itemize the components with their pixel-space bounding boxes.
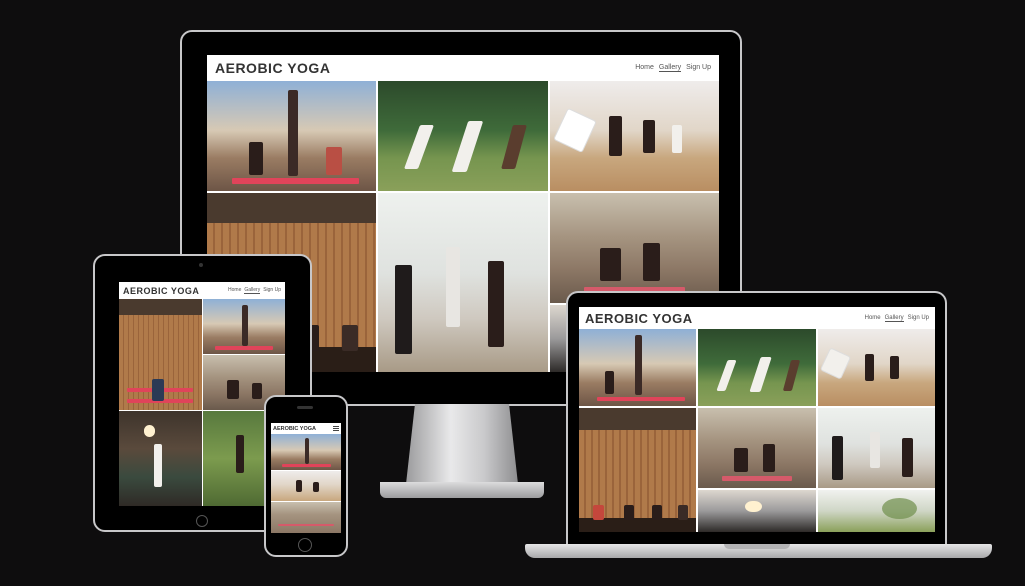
nav-sign-up[interactable]: Sign Up xyxy=(686,64,711,72)
gallery-photo-loft[interactable] xyxy=(549,193,719,303)
site-nav: Home Gallery Sign Up xyxy=(228,287,281,294)
laptop-screen: AEROBIC YOGA Home Gallery Sign Up xyxy=(579,307,935,532)
gallery-photo-park[interactable] xyxy=(378,81,548,191)
nav-sign-up[interactable]: Sign Up xyxy=(908,315,929,322)
gallery-photo-wood-wall[interactable] xyxy=(119,299,202,410)
site-header: AEROBIC YOGA Home Gallery Sign Up xyxy=(119,282,285,299)
gallery-photo-home[interactable] xyxy=(119,411,202,506)
nav-gallery[interactable]: Gallery xyxy=(658,64,682,72)
site-logo[interactable]: AEROBIC YOGA xyxy=(585,311,693,326)
gallery-grid xyxy=(579,329,935,532)
gallery-photo-loft[interactable] xyxy=(271,502,341,533)
monitor-neck xyxy=(406,404,518,484)
gallery-photo-rooftop[interactable] xyxy=(202,299,285,354)
gallery-photo-studio-downdog[interactable] xyxy=(817,329,935,406)
gallery-photo-wood-wall[interactable] xyxy=(579,408,697,532)
nav-sign-up[interactable]: Sign Up xyxy=(263,287,281,294)
gallery-photo-home[interactable] xyxy=(698,490,816,532)
site-header: AEROBIC YOGA Home Gallery Sign Up xyxy=(579,307,935,329)
phone-speaker xyxy=(297,406,313,409)
gallery-photo-studio-downdog[interactable] xyxy=(549,81,719,191)
nav-gallery[interactable]: Gallery xyxy=(244,287,261,294)
site-logo[interactable]: AEROBIC YOGA xyxy=(123,286,199,296)
gallery-photo-bright-studio[interactable] xyxy=(378,193,548,372)
nav-gallery[interactable]: Gallery xyxy=(884,315,904,322)
phone-screen: AEROBIC YOGA xyxy=(271,423,341,533)
nav-home[interactable]: Home xyxy=(228,287,241,294)
gallery-photo-bright-studio[interactable] xyxy=(817,408,935,488)
site-header: AEROBIC YOGA Home Gallery Sign Up xyxy=(207,55,719,81)
gallery-photo-rooftop[interactable] xyxy=(579,329,697,406)
tablet-camera-icon xyxy=(199,263,203,267)
site-nav: Home Gallery Sign Up xyxy=(865,315,929,322)
site-header: AEROBIC YOGA xyxy=(271,423,341,434)
hamburger-menu-icon[interactable] xyxy=(333,426,339,431)
gallery-photo-grass[interactable] xyxy=(817,490,935,532)
gallery-photo-rooftop[interactable] xyxy=(271,434,341,470)
gallery-grid xyxy=(271,434,341,533)
site-logo[interactable]: AEROBIC YOGA xyxy=(273,426,316,432)
site-logo[interactable]: AEROBIC YOGA xyxy=(215,60,330,76)
gallery-photo-loft[interactable] xyxy=(698,408,816,488)
tablet-home-button[interactable] xyxy=(196,515,208,527)
phone-home-button[interactable] xyxy=(298,538,312,552)
laptop-device: AEROBIC YOGA Home Gallery Sign Up xyxy=(566,291,947,544)
gallery-grid xyxy=(119,299,285,506)
tablet-screen: AEROBIC YOGA Home Gallery Sign Up xyxy=(119,282,285,506)
gallery-photo-park[interactable] xyxy=(698,329,816,406)
site-nav: Home Gallery Sign Up xyxy=(635,64,711,72)
gallery-photo-studio-downdog[interactable] xyxy=(271,471,341,501)
nav-home[interactable]: Home xyxy=(635,64,654,72)
phone-device: AEROBIC YOGA xyxy=(264,395,348,557)
nav-home[interactable]: Home xyxy=(865,315,881,322)
monitor-base xyxy=(380,482,544,498)
gallery-photo-rooftop[interactable] xyxy=(207,81,377,191)
laptop-trackpad-notch xyxy=(724,544,790,549)
